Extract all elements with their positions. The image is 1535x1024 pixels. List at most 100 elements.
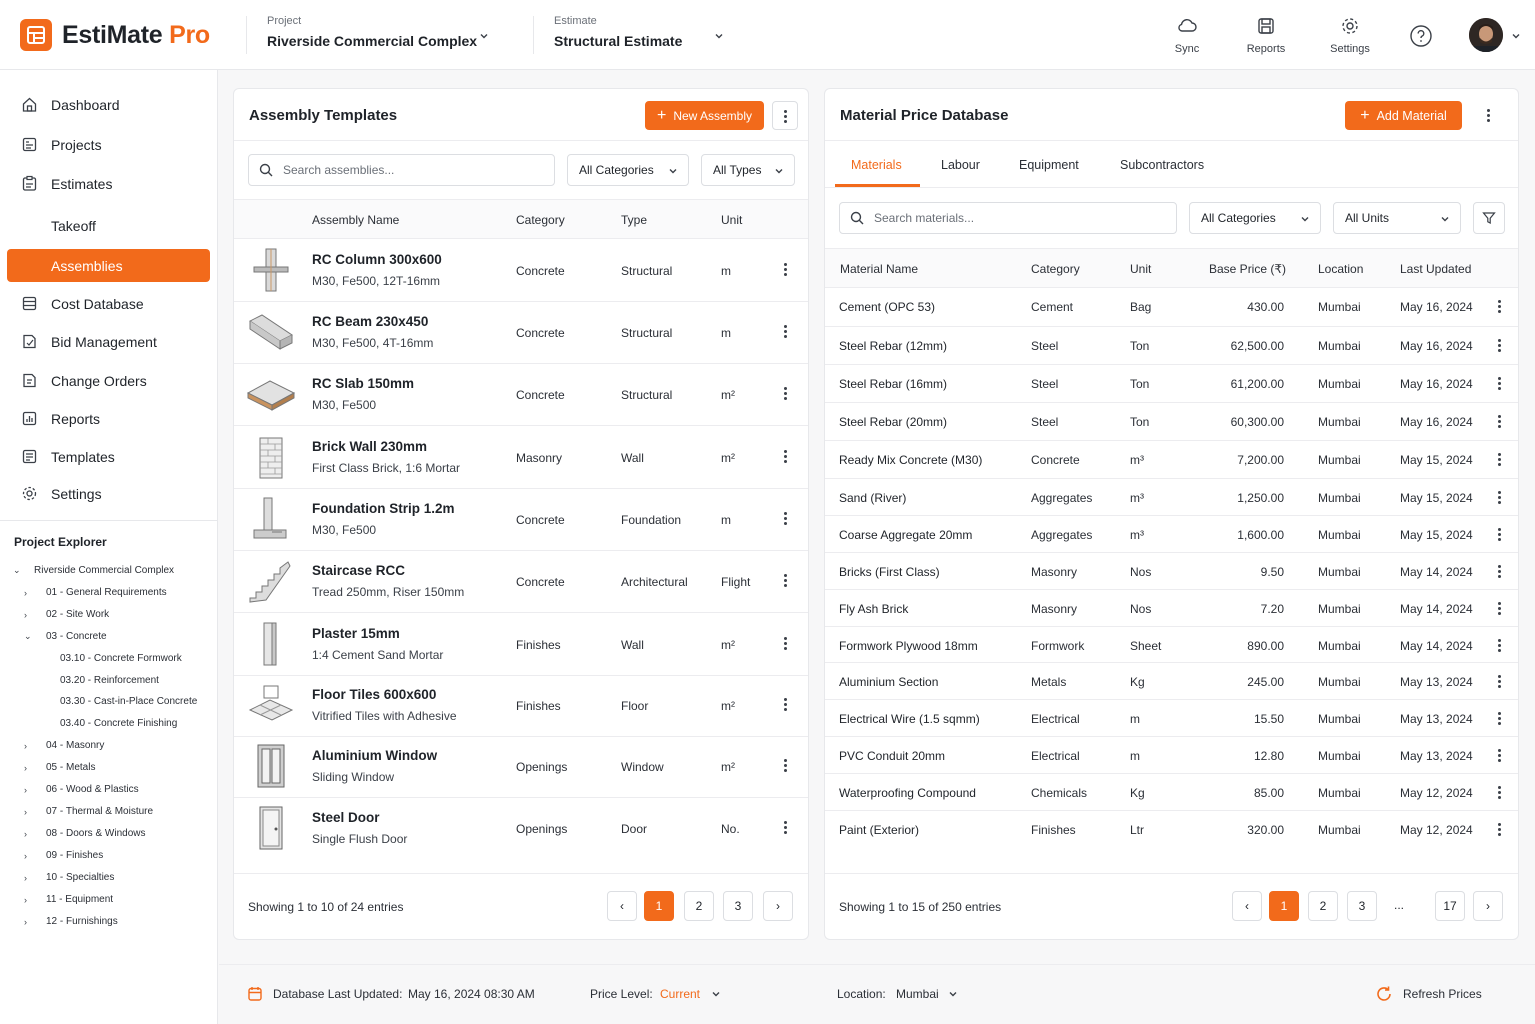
row-more-icon[interactable] bbox=[780, 637, 792, 651]
row-more-icon[interactable] bbox=[1494, 300, 1506, 314]
chevron-right-icon[interactable]: › bbox=[24, 917, 36, 927]
refresh-icon[interactable] bbox=[1375, 985, 1393, 1003]
row-more-icon[interactable] bbox=[780, 263, 792, 277]
search-assemblies-input[interactable]: Search assemblies... bbox=[248, 154, 555, 186]
column-header-unit[interactable]: Unit bbox=[1130, 262, 1151, 276]
sidebar-item-bid-management[interactable]: Bid Management bbox=[7, 325, 210, 358]
chevron-down-icon[interactable] bbox=[479, 31, 489, 41]
table-row[interactable]: Electrical Wire (1.5 sqmm) Electrical m 15.… bbox=[825, 700, 1518, 737]
sidebar-item-change-orders[interactable]: Change Orders bbox=[7, 364, 210, 397]
row-more-icon[interactable] bbox=[780, 759, 792, 773]
chevron-down-icon[interactable] bbox=[711, 989, 721, 999]
row-more-icon[interactable] bbox=[780, 450, 792, 464]
row-more-icon[interactable] bbox=[780, 821, 792, 835]
table-row[interactable]: RC Slab 150mm M30, Fe500 Concrete Structura… bbox=[234, 363, 808, 425]
row-more-icon[interactable] bbox=[1494, 675, 1506, 689]
table-row[interactable]: Waterproofing Compound Chemicals Kg 85.00 Mu… bbox=[825, 774, 1518, 811]
page-button[interactable]: 17 bbox=[1435, 891, 1465, 921]
tree-item[interactable]: › 07 - Thermal & Moisture bbox=[24, 806, 153, 817]
row-more-icon[interactable] bbox=[1494, 415, 1506, 429]
table-row[interactable]: Steel Rebar (16mm) Steel Ton 61,200.00 Mumba… bbox=[825, 365, 1518, 402]
row-more-icon[interactable] bbox=[1494, 565, 1506, 579]
row-more-icon[interactable] bbox=[1494, 749, 1506, 763]
row-more-icon[interactable] bbox=[1494, 491, 1506, 505]
table-row[interactable]: RC Column 300x600 M30, Fe500, 12T-16mm Con… bbox=[234, 239, 808, 301]
chevron-right-icon[interactable]: › bbox=[24, 895, 36, 905]
table-row[interactable]: Floor Tiles 600x600 Vitrified Tiles with … bbox=[234, 674, 808, 736]
tab-subcontractors[interactable]: Subcontractors bbox=[1120, 158, 1204, 172]
page-button[interactable]: 2 bbox=[1308, 891, 1338, 921]
table-row[interactable]: Bricks (First Class) Masonry Nos 9.50 Mumbai… bbox=[825, 553, 1518, 590]
table-row[interactable]: Steel Rebar (20mm) Steel Ton 60,300.00 Mumba… bbox=[825, 403, 1518, 440]
column-header-base-price[interactable]: Base Price (₹) bbox=[1186, 262, 1286, 276]
column-header-category[interactable]: Category bbox=[516, 213, 565, 227]
next-page-button[interactable]: › bbox=[763, 891, 793, 921]
tree-item[interactable]: ⌄ 03 - Concrete bbox=[24, 631, 107, 642]
chevron-down-icon[interactable] bbox=[1511, 31, 1521, 41]
page-button[interactable]: 1 bbox=[1269, 891, 1299, 921]
table-row[interactable]: Plaster 15mm 1:4 Cement Sand Mortar Finish… bbox=[234, 613, 808, 675]
chevron-right-icon[interactable]: › bbox=[24, 763, 36, 773]
chevron-right-icon[interactable]: › bbox=[24, 829, 36, 839]
assembly-more-button[interactable] bbox=[772, 101, 798, 130]
refresh-prices-button[interactable]: Refresh Prices bbox=[1403, 987, 1482, 1001]
sidebar-item-projects[interactable]: Projects bbox=[7, 128, 210, 161]
app-logo[interactable]: EstiMate Pro bbox=[20, 19, 210, 51]
row-more-icon[interactable] bbox=[780, 325, 792, 339]
settings-button[interactable]: Settings bbox=[1320, 16, 1380, 55]
chevron-down-icon[interactable] bbox=[714, 31, 724, 41]
chevron-down-icon[interactable]: ⌄ bbox=[13, 565, 25, 576]
row-more-icon[interactable] bbox=[1494, 712, 1506, 726]
help-icon[interactable] bbox=[1409, 24, 1433, 48]
table-row[interactable]: Coarse Aggregate 20mm Aggregates m³ 1,600.0… bbox=[825, 516, 1518, 553]
chevron-right-icon[interactable]: › bbox=[24, 873, 36, 883]
material-unit-filter[interactable]: All Units bbox=[1333, 202, 1461, 234]
tree-item[interactable]: › 04 - Masonry bbox=[24, 740, 104, 751]
tree-item[interactable]: › 06 - Wood & Plastics bbox=[24, 784, 139, 795]
row-more-icon[interactable] bbox=[1494, 823, 1506, 837]
tree-item[interactable]: › 12 - Furnishings bbox=[24, 916, 118, 927]
sidebar-item-estimates[interactable]: Estimates bbox=[7, 167, 210, 200]
page-button[interactable]: 2 bbox=[684, 891, 714, 921]
tree-item[interactable]: › 11 - Equipment bbox=[24, 894, 113, 905]
table-row[interactable]: PVC Conduit 20mm Electrical m 12.80 Mumbai Ma… bbox=[825, 737, 1518, 774]
tab-equipment[interactable]: Equipment bbox=[1019, 158, 1079, 172]
row-more-icon[interactable] bbox=[780, 512, 792, 526]
table-row[interactable]: Staircase RCC Tread 250mm, Riser 150mm Con… bbox=[234, 550, 808, 612]
material-more-button[interactable] bbox=[1476, 101, 1502, 130]
tree-item[interactable]: › 10 - Specialties bbox=[24, 872, 114, 883]
row-more-icon[interactable] bbox=[780, 698, 792, 712]
tab-materials[interactable]: Materials bbox=[851, 158, 902, 172]
column-header-last-updated[interactable]: Last Updated bbox=[1400, 262, 1471, 276]
chevron-right-icon[interactable]: › bbox=[24, 785, 36, 795]
new-assembly-button[interactable]: + New Assembly bbox=[645, 101, 764, 130]
chevron-down-icon[interactable] bbox=[948, 989, 958, 999]
sidebar-item-settings[interactable]: Settings bbox=[7, 477, 210, 510]
table-row[interactable]: Steel Door Single Flush Door Openings Door N… bbox=[234, 797, 808, 859]
next-page-button[interactable]: › bbox=[1473, 891, 1503, 921]
chevron-down-icon[interactable]: ⌄ bbox=[24, 631, 36, 642]
table-row[interactable]: Ready Mix Concrete (M30) Concrete m³ 7,200.… bbox=[825, 441, 1518, 478]
add-material-button[interactable]: + Add Material bbox=[1345, 101, 1462, 130]
table-row[interactable]: Paint (Exterior) Finishes Ltr 320.00 Mumbai M… bbox=[825, 811, 1518, 848]
sidebar-item-takeoff[interactable]: Takeoff bbox=[7, 209, 210, 242]
material-category-filter[interactable]: All Categories bbox=[1189, 202, 1321, 234]
tab-labour[interactable]: Labour bbox=[941, 158, 980, 172]
sync-button[interactable]: Sync bbox=[1157, 16, 1217, 55]
table-row[interactable]: Brick Wall 230mm First Class Brick, 1:6 M… bbox=[234, 426, 808, 488]
page-button[interactable]: 3 bbox=[1347, 891, 1377, 921]
sidebar-item-reports[interactable]: Reports bbox=[7, 402, 210, 435]
row-more-icon[interactable] bbox=[780, 387, 792, 401]
price-level-value[interactable]: Current bbox=[660, 987, 700, 1001]
table-row[interactable]: Cement (OPC 53) Cement Bag 430.00 Mumbai May … bbox=[825, 288, 1518, 325]
chevron-right-icon[interactable]: › bbox=[24, 807, 36, 817]
assembly-type-filter[interactable]: All Types bbox=[701, 154, 795, 186]
tree-item[interactable]: 03.20 - Reinforcement bbox=[60, 675, 159, 686]
tree-item[interactable]: › 01 - General Requirements bbox=[24, 587, 167, 598]
column-header-assembly-name[interactable]: Assembly Name bbox=[312, 213, 399, 227]
sidebar-item-cost-database[interactable]: Cost Database bbox=[7, 287, 210, 320]
row-more-icon[interactable] bbox=[780, 574, 792, 588]
column-header-location[interactable]: Location bbox=[1318, 262, 1363, 276]
estimate-selector[interactable]: Estimate Structural Estimate bbox=[554, 15, 682, 49]
tree-item[interactable]: › 09 - Finishes bbox=[24, 850, 103, 861]
